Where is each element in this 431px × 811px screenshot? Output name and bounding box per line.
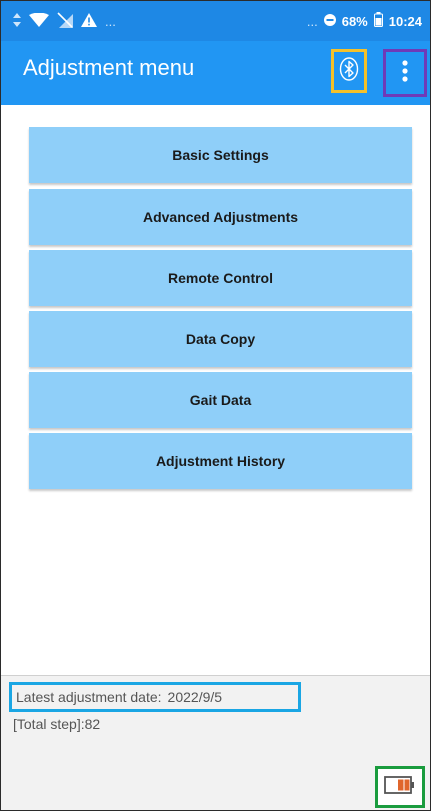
data-transfer-icon (13, 12, 21, 30)
basic-settings-button[interactable]: Basic Settings (29, 127, 412, 183)
alert-icon (81, 12, 97, 30)
status-left-icons: ... (13, 1, 116, 41)
latest-adjustment-label: Latest adjustment date: (16, 689, 162, 705)
menu-list: Basic Settings Advanced Adjustments Remo… (1, 105, 430, 675)
data-copy-button[interactable]: Data Copy (29, 311, 412, 367)
device-battery-button[interactable] (375, 766, 425, 808)
bluetooth-button[interactable] (331, 49, 367, 93)
no-sim-icon (57, 11, 73, 31)
battery-percent: 68% (341, 13, 368, 29)
battery-icon (384, 775, 416, 800)
latest-adjustment-date: Latest adjustment date: 2022/9/5 (9, 682, 301, 712)
total-step: [Total step]:82 (13, 716, 101, 732)
wifi-icon (29, 12, 49, 30)
gait-data-button[interactable]: Gait Data (29, 372, 412, 428)
overflow-menu-button[interactable] (383, 49, 427, 97)
status-right: ... 68% 10:24 (307, 1, 422, 41)
app-bar: Adjustment menu (1, 41, 430, 105)
adjustment-history-button[interactable]: Adjustment History (29, 433, 412, 489)
status-battery-icon (373, 12, 383, 30)
do-not-disturb-icon (323, 13, 336, 29)
phone-screen: ... ... 68% 10:24 Adjustment menu Basic … (0, 0, 431, 811)
page-title: Adjustment menu (23, 55, 195, 80)
footer: Latest adjustment date: 2022/9/5 [Total … (1, 675, 430, 810)
status-overflow-right: ... (306, 13, 318, 29)
status-time: 10:24 (388, 13, 422, 29)
more-vert-icon (402, 59, 408, 87)
remote-control-button[interactable]: Remote Control (29, 250, 412, 306)
status-overflow-left: ... (105, 13, 116, 29)
latest-adjustment-value: 2022/9/5 (167, 689, 223, 705)
bluetooth-icon (339, 56, 359, 86)
status-bar: ... ... 68% 10:24 (1, 1, 430, 41)
advanced-adjustments-button[interactable]: Advanced Adjustments (29, 189, 412, 245)
